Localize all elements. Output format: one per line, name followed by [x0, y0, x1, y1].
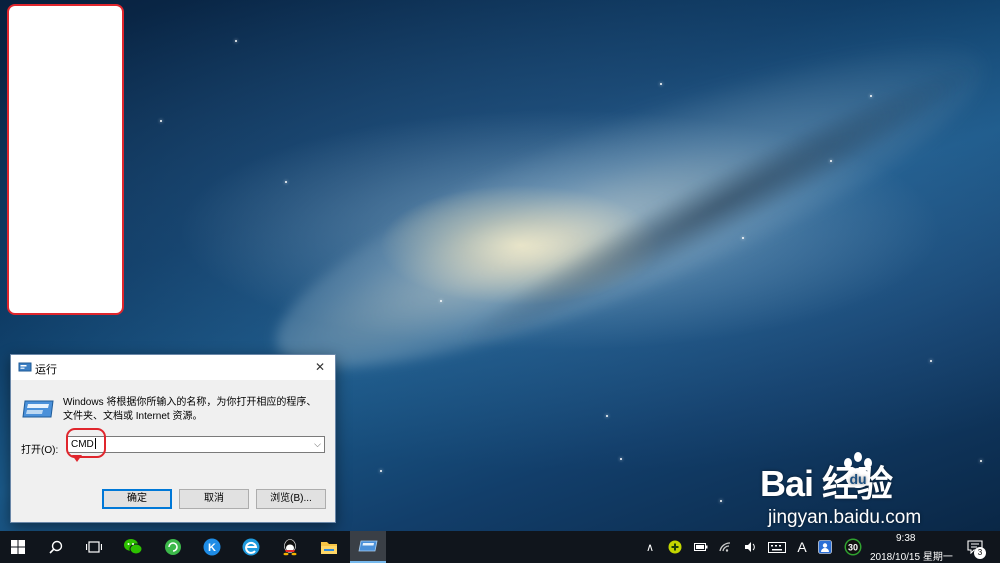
star — [980, 460, 982, 462]
ie-icon — [242, 538, 260, 556]
speaker-icon — [745, 542, 755, 552]
battery-tray[interactable] — [692, 531, 710, 563]
wifi-icon — [719, 542, 731, 552]
paw-icon: du — [844, 452, 872, 488]
battery-icon — [694, 543, 708, 551]
run-app[interactable] — [350, 531, 386, 563]
notification-count-badge: 3 — [974, 547, 986, 559]
keyboard-tray[interactable] — [766, 531, 788, 563]
kugou-app[interactable]: K — [194, 531, 230, 563]
redacted-panel — [7, 4, 124, 315]
run-dialog-title: 运行 — [35, 364, 57, 376]
action-center-button[interactable] — [962, 531, 988, 563]
network-tray[interactable] — [716, 531, 734, 563]
wechat-app[interactable] — [115, 531, 151, 563]
refresh-icon — [165, 539, 181, 555]
star — [720, 500, 722, 502]
taskbar: K ∧ A 30 9:38 2018/10/15 星期一 3 — [0, 531, 1000, 563]
volume-tray[interactable] — [742, 531, 760, 563]
search-icon — [49, 540, 63, 554]
qq-icon — [283, 539, 297, 556]
star — [870, 95, 872, 97]
task-view-button[interactable] — [76, 531, 112, 563]
search-button[interactable] — [38, 531, 74, 563]
ok-button[interactable]: 确定 — [102, 489, 172, 509]
star — [830, 160, 832, 162]
green-app[interactable] — [155, 531, 191, 563]
360-app-tray[interactable]: 30 — [842, 531, 864, 563]
run-description: Windows 将根据你所输入的名称，为你打开相应的程序、文件夹、文档或 Int… — [63, 397, 317, 422]
360-badge-icon: 30 — [844, 538, 862, 556]
run-icon — [18, 362, 32, 372]
chevron-down-icon[interactable]: ⌵ — [314, 437, 321, 452]
highlight-annotation-tail — [72, 455, 82, 462]
qq-app[interactable] — [272, 531, 308, 563]
svg-text:30: 30 — [848, 543, 858, 553]
close-icon: ✕ — [314, 360, 326, 374]
star — [440, 300, 442, 302]
highlight-annotation — [66, 428, 106, 458]
star — [742, 237, 744, 239]
show-hidden-icons-chevron[interactable]: ∧ — [642, 531, 658, 563]
open-label: 打开(O): — [21, 445, 59, 456]
run-icon — [358, 540, 378, 552]
task-view-icon — [86, 541, 102, 553]
close-button[interactable]: ✕ — [305, 355, 335, 380]
star — [160, 120, 162, 122]
galaxy-band — [245, 0, 1000, 427]
svg-text:du: du — [849, 471, 866, 487]
contacts-tray[interactable] — [816, 531, 834, 563]
folder-icon — [321, 541, 337, 554]
star — [235, 40, 237, 42]
kugou-icon: K — [203, 538, 221, 556]
star — [285, 181, 287, 183]
run-icon — [22, 400, 54, 418]
clock-time[interactable]: 9:38 — [896, 533, 915, 544]
star — [930, 360, 932, 362]
clock-date[interactable]: 2018/10/15 星期一 — [870, 548, 953, 563]
wechat-icon — [124, 539, 143, 555]
ie-app[interactable] — [233, 531, 269, 563]
star — [380, 470, 382, 472]
plus-circle-icon — [668, 540, 682, 554]
ime-indicator[interactable]: A — [794, 531, 810, 563]
contact-card-icon — [818, 540, 832, 554]
star — [660, 83, 662, 85]
star — [606, 415, 608, 417]
keyboard-icon — [768, 541, 786, 553]
start-button[interactable] — [0, 531, 36, 563]
svg-text:K: K — [208, 542, 216, 554]
windows-icon — [11, 540, 25, 554]
file-explorer-app[interactable] — [311, 531, 347, 563]
cancel-button[interactable]: 取消 — [179, 489, 249, 509]
browse-button[interactable]: 浏览(B)... — [256, 489, 326, 509]
run-dialog-titlebar[interactable]: 运行 ✕ — [11, 355, 335, 380]
security-app-tray[interactable] — [666, 531, 684, 563]
watermark-url: jingyan.baidu.com — [768, 507, 922, 528]
run-dialog: 运行 ✕ Windows 将根据你所输入的名称，为你打开相应的程序、文件夹、文档… — [10, 354, 336, 523]
star — [620, 458, 622, 460]
